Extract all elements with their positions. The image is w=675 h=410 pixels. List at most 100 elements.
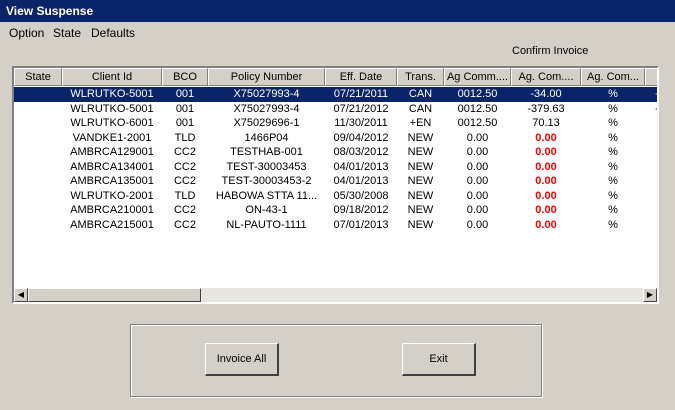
menu-state[interactable]: State <box>53 24 81 42</box>
cell-bco: 001 <box>175 102 195 115</box>
menu-defaults[interactable]: Defaults <box>91 24 135 42</box>
cell-t: 0 <box>645 116 658 130</box>
col-header-t[interactable]: T <box>645 68 657 86</box>
cell-ag-comm-amt: 0.00 <box>535 175 557 187</box>
cell-bco: TLD <box>174 131 196 144</box>
col-header-eff-date[interactable]: Eff. Date <box>325 68 397 86</box>
cell-policy: 1466P04 <box>244 131 289 144</box>
cell-trans: +EN <box>409 117 432 129</box>
cell-ag-comm-pct: 0012.50 <box>457 88 498 100</box>
cell-trans: NEW <box>407 160 434 173</box>
col-header-trans[interactable]: Trans. <box>397 68 444 86</box>
cell-state <box>14 102 62 116</box>
cell-state <box>14 174 62 188</box>
button-panel: Invoice All Exit <box>130 324 542 397</box>
cell-policy: ON-43-1 <box>245 204 288 216</box>
cell-ag-comm-type: % <box>608 160 618 173</box>
cell-ag-comm-type: % <box>608 218 618 231</box>
cell-eff-date: 05/30/2008 <box>333 189 389 202</box>
scroll-left-icon[interactable]: ◀ <box>14 288 28 302</box>
exit-button[interactable]: Exit <box>402 343 476 376</box>
cell-client-id: AMBRCA129001 <box>70 146 154 158</box>
cell-policy: X75029696-1 <box>233 117 300 129</box>
confirm-invoice-label: Confirm Invoice <box>512 45 589 57</box>
cell-ag-comm-pct: 0.00 <box>466 204 489 216</box>
table-row[interactable]: AMBRCA215001 CC2 NL-PAUTO-1111 07/01/2013 NE… <box>14 218 657 233</box>
window-title: View Suspense <box>0 0 675 22</box>
invoice-all-label: Invoice All <box>216 353 267 365</box>
cell-eff-date: 11/30/2011 <box>334 117 388 129</box>
cell-ag-comm-pct: 0.00 <box>466 175 489 187</box>
cell-eff-date: 09/18/2012 <box>333 204 389 216</box>
cell-client-id: AMBRCA135001 <box>70 175 154 187</box>
cell-ag-comm-pct: 0.00 <box>466 131 489 144</box>
table-row[interactable]: WLRUTKO-5001 001 X75027993-4 07/21/2012 CAN 0… <box>14 102 657 117</box>
cell-client-id: WLRUTKO-5001 <box>70 88 154 100</box>
cell-t: 0 <box>645 145 658 159</box>
cell-bco: CC2 <box>173 218 196 231</box>
cell-client-id: AMBRCA215001 <box>70 218 154 231</box>
scroll-right-icon[interactable]: ▶ <box>643 288 657 302</box>
cell-t: -0 <box>645 87 657 101</box>
table-row[interactable]: AMBRCA135001 CC2 TEST-30003453-2 04/01/2013… <box>14 174 657 189</box>
invoice-all-button[interactable]: Invoice All <box>205 343 279 376</box>
cell-ag-comm-amt: 0.00 <box>535 218 557 231</box>
cell-state <box>14 189 62 203</box>
cell-policy: X75027993-4 <box>233 102 300 115</box>
cell-ag-comm-amt: 0.00 <box>535 189 557 202</box>
cell-ag-comm-type: % <box>608 102 618 115</box>
cell-ag-comm-type: % <box>608 175 618 187</box>
cell-eff-date: 07/01/2013 <box>333 218 389 231</box>
cell-t: 0 <box>645 160 658 174</box>
cell-trans: NEW <box>407 189 434 202</box>
cell-client-id: AMBRCA210001 <box>70 204 154 216</box>
table-row[interactable]: AMBRCA134001 CC2 TEST-30003453 04/01/2013 NE… <box>14 160 657 175</box>
col-header-ag-comm-amt[interactable]: Ag. Com.... <box>511 68 581 86</box>
col-header-ag-comm-type[interactable]: Ag. Com... <box>581 68 645 86</box>
suspense-grid[interactable]: State Client Id BCO Policy Number Eff. D… <box>12 66 659 304</box>
col-header-state[interactable]: State <box>14 68 62 86</box>
col-header-bco[interactable]: BCO <box>162 68 208 86</box>
col-header-policy-number[interactable]: Policy Number <box>208 68 325 86</box>
table-row[interactable]: WLRUTKO-2001 TLD HABOWA STTA 11... 05/30/20… <box>14 189 657 204</box>
table-row[interactable]: AMBRCA129001 CC2 TESTHAB-001 08/03/2012 NEW 0… <box>14 145 657 160</box>
table-row[interactable]: VANDKE1-2001 TLD 1466P04 09/04/2012 NEW 0.00 0… <box>14 131 657 146</box>
cell-trans: NEW <box>407 131 434 144</box>
cell-t: 0 <box>645 203 658 217</box>
cell-ag-comm-type: % <box>608 189 618 202</box>
cell-trans: NEW <box>407 218 434 231</box>
cell-bco: TLD <box>174 189 196 202</box>
cell-t: 0 <box>645 189 658 203</box>
cell-eff-date: 08/03/2012 <box>333 146 389 158</box>
table-row[interactable]: WLRUTKO-6001 001 X75029696-1 11/30/2011 +EN 0… <box>14 116 657 131</box>
col-header-client-id[interactable]: Client Id <box>62 68 162 86</box>
cell-t: 0 <box>645 218 658 232</box>
cell-ag-comm-type: % <box>608 88 618 100</box>
menu-option[interactable]: Option <box>9 24 44 42</box>
cell-client-id: WLRUTKO-6001 <box>70 117 154 129</box>
cell-client-id: WLRUTKO-5001 <box>70 102 154 115</box>
cell-trans: CAN <box>408 88 433 100</box>
cell-eff-date: 09/04/2012 <box>333 131 389 144</box>
table-row[interactable]: AMBRCA210001 CC2 ON-43-1 09/18/2012 NEW 0.00 0… <box>14 203 657 218</box>
cell-client-id: VANDKE1-2001 <box>72 131 152 144</box>
table-row[interactable]: WLRUTKO-5001 001 X75027993-4 07/21/2011 CAN 0… <box>14 87 657 102</box>
cell-client-id: WLRUTKO-2001 <box>70 189 154 202</box>
cell-state <box>14 145 62 159</box>
cell-state <box>14 160 62 174</box>
cell-trans: NEW <box>407 175 434 187</box>
cell-bco: 001 <box>175 88 195 100</box>
cell-policy: TEST-30003453-2 <box>221 175 312 187</box>
cell-ag-comm-pct: 0.00 <box>466 146 489 158</box>
cell-ag-comm-type: % <box>608 204 618 216</box>
cell-eff-date: 04/01/2013 <box>333 160 389 173</box>
col-header-ag-comm-pct[interactable]: Ag Comm.... <box>444 68 511 86</box>
cell-ag-comm-pct: 0.00 <box>466 160 489 173</box>
cell-ag-comm-amt: 70.13 <box>532 117 560 129</box>
cell-trans: NEW <box>407 204 434 216</box>
cell-eff-date: 04/01/2013 <box>333 175 389 187</box>
cell-t: -0 <box>645 102 657 116</box>
horizontal-scrollbar[interactable]: ◀ ▶ <box>14 288 657 302</box>
grid-header: State Client Id BCO Policy Number Eff. D… <box>14 68 657 86</box>
scroll-thumb[interactable] <box>28 288 201 302</box>
